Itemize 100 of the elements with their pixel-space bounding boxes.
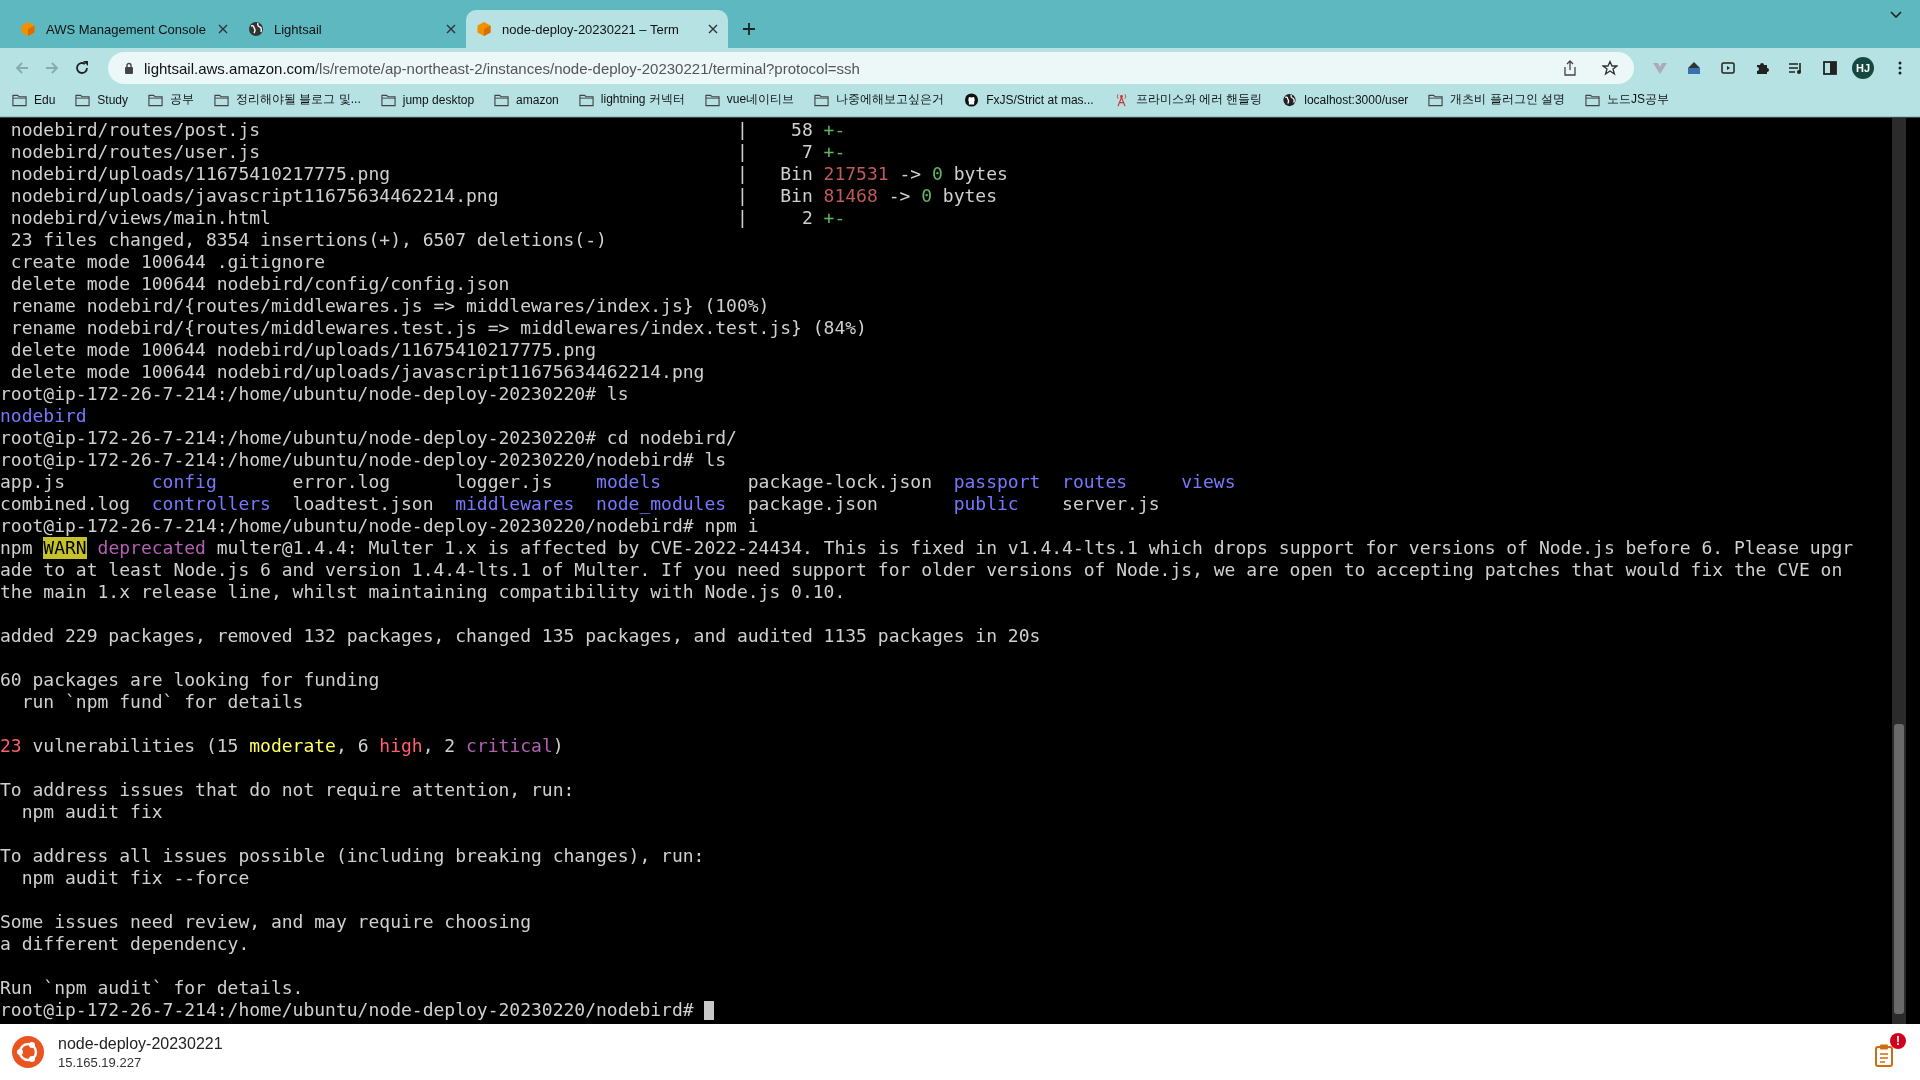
- terminal-text: 23: [0, 735, 22, 757]
- file-name: package.json: [747, 493, 879, 515]
- puzzle-icon[interactable]: [1754, 60, 1770, 76]
- bookmark[interactable]: jump desktop: [380, 92, 475, 107]
- browser-tab[interactable]: Lightsail: [238, 10, 466, 48]
- terminal-text: ->: [898, 163, 923, 185]
- warning-label: WARN: [43, 537, 87, 559]
- desk-icon[interactable]: [1686, 60, 1702, 76]
- side-panel-icon[interactable]: [1822, 60, 1838, 76]
- browser-tab[interactable]: AWS Management Console: [10, 10, 238, 48]
- terminal-text: root@ip-172-26-7-214:/home/ubuntu/node-deploy-20230220/nodebird# npm i: [0, 515, 759, 537]
- bookmark-label: 공부: [170, 91, 195, 108]
- terminal-text: +-: [823, 207, 846, 229]
- scrollbar[interactable]: [1892, 118, 1906, 1024]
- star-icon[interactable]: [1602, 60, 1618, 76]
- share-icon[interactable]: [1562, 60, 1578, 76]
- terminal-text: root@ip-172-26-7-214:/home/ubuntu/node-deploy-20230220# cd nodebird/: [0, 427, 737, 449]
- close-icon[interactable]: [708, 24, 718, 34]
- terminal-text: | Bin: [736, 185, 814, 207]
- bookmark[interactable]: vue네이티브: [704, 91, 795, 108]
- terminal-text: | 2: [736, 207, 814, 229]
- terminal-text: , 2: [422, 735, 457, 757]
- bookmark-label: lightning 커넥터: [600, 91, 685, 108]
- bookmark-label: amazon: [516, 92, 559, 107]
- bookmark[interactable]: 개츠비 플러그인 설명: [1428, 91, 1565, 108]
- terminal-text: 0: [932, 163, 943, 185]
- browser-tab[interactable]: node-deploy-20230221 – Term: [466, 10, 728, 48]
- close-icon[interactable]: [218, 24, 228, 34]
- terminal-text: rename nodebird/{routes/middlewares.js => middlewares/index.js} (100%): [9, 295, 770, 317]
- folder-icon: [12, 92, 27, 107]
- bookmark[interactable]: lightning 커넥터: [578, 91, 685, 108]
- folder-icon: [214, 92, 230, 107]
- playlist-icon[interactable]: [1788, 60, 1804, 76]
- bookmark[interactable]: 나중에해보고싶은거: [814, 91, 945, 108]
- folder-icon: [1585, 92, 1600, 107]
- cube-icon: [476, 21, 492, 37]
- file-name: server.js: [1062, 493, 1160, 515]
- bookmark[interactable]: 노드JS공부: [1585, 91, 1669, 108]
- bookmark[interactable]: Study: [75, 92, 129, 107]
- file-path: nodebird/routes/post.js: [9, 119, 262, 141]
- folder-icon: [148, 92, 164, 107]
- bookmark-label: vue네이티브: [726, 91, 795, 108]
- terminal-text: root@ip-172-26-7-214:/home/ubuntu/node-deploy-20230220# ls: [0, 383, 629, 405]
- terminal-text: npm audit fix --force: [20, 867, 250, 889]
- clipboard-icon[interactable]: [1874, 1043, 1894, 1067]
- terminal-text: 23 files changed, 8354 insertions(+), 6507 deletions(-): [9, 229, 607, 251]
- bookmark-label: FxJS/Strict at mas...: [986, 92, 1094, 107]
- directory-name: passport: [953, 471, 1041, 493]
- bookmark[interactable]: amazon: [494, 92, 559, 107]
- lock-icon: [124, 62, 134, 74]
- cube-icon: [20, 21, 36, 37]
- bookmark[interactable]: Edu: [12, 92, 56, 107]
- terminal-text: ->: [887, 185, 912, 207]
- terminal-text: ): [552, 735, 564, 757]
- tab-title: AWS Management Console: [46, 21, 207, 37]
- folder-icon: [704, 92, 720, 107]
- tab-title: node-deploy-20230221 – Term: [502, 21, 680, 37]
- scrollbar-thumb[interactable]: [1894, 724, 1904, 1014]
- terminal-text: 217531: [823, 163, 889, 185]
- terminal-text: the main 1.x release line, whilst maintaining compatibility with Node.js 0.10.: [0, 581, 846, 603]
- terminal-text: added 229 packages, removed 132 packages, changed 135 packages, and audited 1135 packages in 20s: [0, 625, 1041, 647]
- terminal-text: bytes: [952, 163, 1008, 185]
- bookmark[interactable]: localhost:3000/user: [1282, 92, 1409, 107]
- file-name: error.log: [292, 471, 392, 493]
- globe-icon: [1282, 92, 1298, 107]
- terminal-text: rename nodebird/{routes/middlewares.test.js => middlewares/index.test.js} (84%): [9, 317, 867, 339]
- profile-avatar[interactable]: HJ: [1852, 57, 1874, 79]
- terminal-text: delete mode 100644 nodebird/config/config.json: [9, 273, 510, 295]
- terminal-text: delete mode 100644 nodebird/uploads/javascript11675634462214.png: [9, 361, 705, 383]
- terminal-text: root@ip-172-26-7-214:/home/ubuntu/node-deploy-20230220/nodebird#: [0, 999, 695, 1021]
- terminal-text: npm: [0, 537, 34, 559]
- terminal-text: , 6: [335, 735, 370, 757]
- terminal-text: npm audit fix: [20, 801, 163, 823]
- close-icon[interactable]: [446, 24, 456, 34]
- play-square-icon[interactable]: [1720, 60, 1736, 76]
- bookmark[interactable]: FxJS/Strict at mas...: [964, 92, 1094, 107]
- terminal-text: Some issues need review, and may require choosing: [0, 911, 531, 933]
- terminal-text: +-: [823, 141, 846, 163]
- new-tab-icon[interactable]: [742, 22, 756, 36]
- directory-name: models: [596, 471, 663, 493]
- directory-name: config: [151, 471, 218, 493]
- bookmark[interactable]: 공부: [148, 91, 195, 108]
- ubuntu-logo-icon: [12, 1036, 44, 1068]
- terminal-text: multer@1.4.4: Multer 1.x is affected by CVE-2022-24434. This is fixed in v1.4.4-lts.1 which drops support for versions of Node.js before 6. Please upgr: [215, 537, 1854, 559]
- chevron-down-icon[interactable]: [1890, 11, 1902, 19]
- terminal-text: bytes: [941, 185, 998, 207]
- bookmark-label: localhost:3000/user: [1304, 92, 1409, 107]
- file-name: app.js: [0, 471, 67, 493]
- directory-name: node_modules: [596, 493, 727, 515]
- instance-name: node-deploy-20230221: [58, 1034, 223, 1053]
- folder-icon: [75, 92, 91, 107]
- file-path: nodebird/uploads/11675410217775.png: [9, 163, 392, 185]
- reload-icon[interactable]: [74, 60, 90, 76]
- bookmark-label: 개츠비 플러그인 설명: [1450, 91, 1565, 108]
- terminal-text: vulnerabilities (15: [31, 735, 240, 757]
- address-bar[interactable]: lightsail.aws.amazon.com/ls/remote/ap-northeast-2/instances/node-deploy-20230221/terminal?protocol=ssh: [108, 52, 1634, 84]
- file-path: nodebird/views/main.html: [9, 207, 272, 229]
- folder-icon: [1428, 92, 1444, 107]
- globe-icon: [248, 21, 264, 37]
- terminal-text: 81468: [823, 185, 878, 207]
